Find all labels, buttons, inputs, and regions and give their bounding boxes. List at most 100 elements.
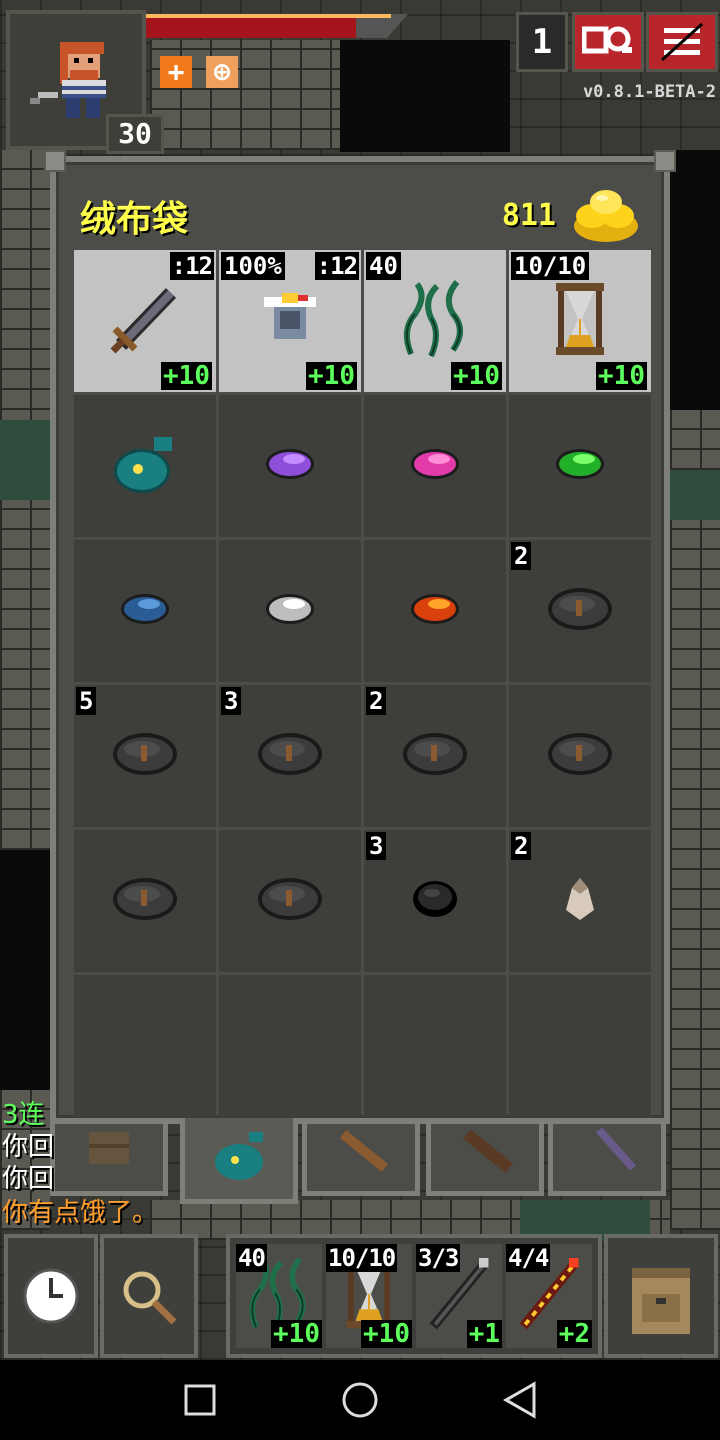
void bbox=[0, 850, 50, 1090]
velvet-pouch-icon bbox=[110, 429, 180, 503]
wand-holster-icon bbox=[596, 1127, 636, 1171]
quickslot[interactable]: 4/4 +2 bbox=[506, 1244, 592, 1348]
blue-seed-icon bbox=[115, 589, 175, 633]
inventory-slot[interactable]: 5 bbox=[74, 685, 216, 827]
inventory-slot[interactable]: 2 bbox=[509, 830, 651, 972]
purple-seed-icon bbox=[260, 444, 320, 488]
empty-inventory-slot[interactable] bbox=[509, 975, 651, 1117]
pink-seed-icon bbox=[405, 444, 465, 488]
upgrade-level: +10 bbox=[596, 361, 647, 391]
inventory-slot[interactable] bbox=[509, 685, 651, 827]
item-count: 5 bbox=[76, 687, 97, 715]
tab-quiver[interactable] bbox=[302, 1124, 420, 1196]
inventory-slot[interactable] bbox=[219, 830, 361, 972]
inventory-slot[interactable] bbox=[364, 540, 506, 682]
upgrade-level: +10 bbox=[271, 1319, 322, 1349]
quickslot[interactable]: 10/10 +10 bbox=[326, 1244, 412, 1348]
runestone-icon bbox=[255, 874, 325, 928]
runestone-icon bbox=[400, 729, 470, 783]
search-button[interactable] bbox=[100, 1234, 198, 1358]
level-counter-button[interactable]: 1 bbox=[516, 12, 568, 72]
inventory-slot[interactable]: 100%:12 +10 bbox=[219, 250, 361, 392]
log-line: 你回 bbox=[2, 1164, 55, 1194]
item-count: 3 bbox=[366, 832, 387, 860]
recents-icon[interactable] bbox=[184, 1380, 216, 1420]
magnifier-icon bbox=[123, 1271, 177, 1325]
moss bbox=[670, 470, 720, 520]
runestone-icon bbox=[545, 584, 615, 638]
wall bbox=[670, 410, 720, 1230]
moss bbox=[0, 420, 50, 500]
inventory-slot[interactable]: 3 bbox=[364, 830, 506, 972]
depth-indicator: 30 bbox=[106, 114, 164, 154]
item-count: 2 bbox=[511, 832, 532, 860]
gold-pile-icon bbox=[574, 190, 638, 242]
runestone-icon bbox=[110, 874, 180, 928]
home-icon[interactable] bbox=[340, 1380, 380, 1420]
quickslot[interactable]: 40 +10 bbox=[236, 1244, 322, 1348]
inventory-slot[interactable]: 3 bbox=[219, 685, 361, 827]
item-count: 100% bbox=[221, 252, 285, 280]
green-seed-icon bbox=[550, 444, 610, 488]
hourglass-icon bbox=[550, 279, 610, 363]
shield-line bbox=[146, 14, 391, 18]
clock-icon bbox=[23, 1268, 79, 1324]
empty-inventory-slot[interactable] bbox=[219, 975, 361, 1117]
inventory-slot[interactable]: 2 bbox=[509, 540, 651, 682]
inventory-slot[interactable] bbox=[219, 395, 361, 537]
runestone-icon bbox=[545, 729, 615, 783]
runestone-icon bbox=[110, 729, 180, 783]
plus-buff-icon[interactable]: + bbox=[160, 56, 192, 88]
empty-inventory-slot[interactable] bbox=[74, 975, 216, 1117]
gold-amount: 811 bbox=[501, 198, 556, 233]
velvet-pouch-icon bbox=[215, 1132, 263, 1180]
orange-seed-icon bbox=[405, 589, 465, 633]
bag-window: 绒布袋 811 :12 +10 100%:12 +10 40 +10 10/10 +10 2 5 3… bbox=[44, 150, 676, 1124]
empty-inventory-slot[interactable] bbox=[364, 975, 506, 1117]
journal-button[interactable] bbox=[572, 12, 644, 72]
log-line: 你有点饿了。 bbox=[2, 1198, 159, 1228]
charges: 4/4 bbox=[506, 1244, 551, 1272]
upgrade-level: +1 bbox=[466, 1319, 502, 1349]
item-count: 2 bbox=[511, 542, 532, 570]
bottom-toolbar: 40 +10 10/10 +10 3/3 +1 4/4 +2 bbox=[0, 1228, 720, 1360]
menu-button[interactable] bbox=[646, 12, 718, 72]
upgrade-level: +10 bbox=[161, 361, 212, 391]
upgrade-level: +2 bbox=[556, 1319, 592, 1349]
tab-velvet-pouch[interactable] bbox=[180, 1118, 298, 1204]
charges: 40 bbox=[236, 1244, 267, 1272]
inventory-slot[interactable] bbox=[74, 395, 216, 537]
tab-scroll-holder[interactable] bbox=[426, 1124, 544, 1196]
target-buff-icon[interactable]: ⊕ bbox=[206, 56, 238, 88]
void bbox=[340, 40, 510, 152]
back-icon[interactable] bbox=[502, 1380, 538, 1420]
inventory-slot[interactable] bbox=[219, 540, 361, 682]
backpack-icon bbox=[632, 1268, 690, 1334]
inventory-slot[interactable] bbox=[74, 830, 216, 972]
version-label: v0.8.1-BETA-2 bbox=[582, 82, 716, 102]
wait-button[interactable] bbox=[4, 1234, 98, 1358]
sword-icon bbox=[105, 279, 185, 363]
runestone-icon bbox=[255, 729, 325, 783]
inventory-slot[interactable]: :12 +10 bbox=[74, 250, 216, 392]
tab-backpack[interactable] bbox=[50, 1124, 168, 1196]
white-seed-icon bbox=[260, 589, 320, 633]
void bbox=[670, 150, 720, 410]
inventory-slot[interactable] bbox=[364, 395, 506, 537]
inventory-slot[interactable]: 10/10 +10 bbox=[509, 250, 651, 392]
upgrade-level: +10 bbox=[361, 1319, 412, 1349]
inventory-button[interactable] bbox=[604, 1234, 718, 1358]
item-count: :12 bbox=[314, 252, 359, 280]
black-stone-icon bbox=[410, 877, 460, 925]
window-corner bbox=[654, 150, 676, 172]
inventory-grid: :12 +10 100%:12 +10 40 +10 10/10 +10 2 5 3 2 3 2 bbox=[74, 250, 652, 1120]
inventory-slot[interactable] bbox=[74, 540, 216, 682]
tab-wand-holster[interactable] bbox=[548, 1124, 666, 1196]
charges: 3/3 bbox=[416, 1244, 461, 1272]
charges: 10/10 bbox=[326, 1244, 398, 1272]
inventory-slot[interactable]: 40 +10 bbox=[364, 250, 506, 392]
quickslot[interactable]: 3/3 +1 bbox=[416, 1244, 502, 1348]
inventory-slot[interactable] bbox=[509, 395, 651, 537]
inventory-slot[interactable]: 2 bbox=[364, 685, 506, 827]
item-count: :12 bbox=[169, 252, 214, 280]
